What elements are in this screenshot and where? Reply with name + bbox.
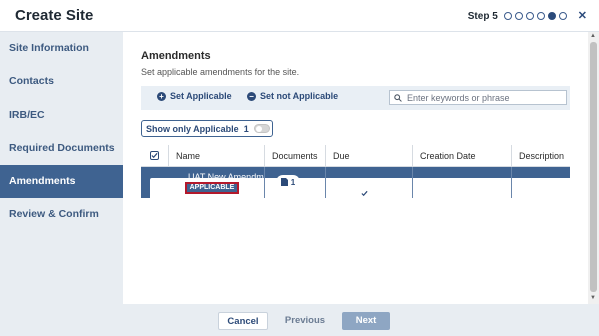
dialog-footer: Cancel Previous Next [0, 304, 599, 336]
toolbar: + Set Applicable − Set not Applicable En… [141, 86, 570, 110]
cancel-button[interactable]: Cancel [218, 312, 268, 330]
step-dot-4[interactable] [536, 12, 545, 20]
scroll-thumb[interactable] [590, 42, 597, 292]
edit-icon[interactable] [175, 178, 183, 186]
dialog-header: Create Site Step 5 ✕ [0, 0, 599, 32]
due-date: 9/3/2024 [337, 177, 373, 187]
set-applicable-label: Set Applicable [170, 91, 232, 101]
sidebar-item-irb-ec[interactable]: IRB/EC [0, 99, 123, 132]
vertical-scrollbar[interactable]: ▲ ▼ [588, 32, 599, 304]
set-applicable-button[interactable]: + Set Applicable [157, 91, 232, 101]
column-name[interactable]: Name [168, 145, 264, 167]
close-icon[interactable]: ✕ [578, 9, 587, 23]
applicable-toggle[interactable] [253, 124, 270, 133]
column-creation-date[interactable]: Creation Date [412, 145, 511, 167]
previous-button[interactable]: Previous [280, 312, 330, 330]
step-dot-5[interactable] [547, 12, 556, 20]
show-only-applicable-filter[interactable]: Show only Applicable 1 [141, 120, 273, 137]
column-documents[interactable]: Documents [264, 145, 325, 167]
step-dot-1[interactable] [503, 12, 512, 20]
sidebar-item-contacts[interactable]: Contacts [0, 65, 123, 98]
set-not-applicable-button[interactable]: − Set not Applicable [247, 91, 338, 101]
search-icon [394, 93, 402, 102]
cell-documents: 1 [264, 167, 325, 198]
column-description[interactable]: Description [511, 145, 570, 167]
step-dot-3[interactable] [525, 12, 534, 20]
next-button[interactable]: Next [342, 312, 390, 330]
set-not-applicable-label: Set not Applicable [260, 91, 339, 101]
search-placeholder: Enter keywords or phrase [407, 92, 510, 103]
column-due[interactable]: Due [325, 145, 412, 167]
section-subtitle: Set applicable amendments for the site. [141, 67, 300, 77]
scroll-up-icon[interactable]: ▲ [590, 33, 596, 39]
step-dot-2[interactable] [514, 12, 523, 20]
creation-date: 2024-09-03 01:12:27.8 [423, 177, 511, 187]
sidebar-item-amendments[interactable]: Amendments [0, 165, 123, 198]
step-dot-6[interactable] [558, 12, 567, 20]
table-row[interactable]: UAT New Amendment APPLICABLE 1 9/3/2024 … [141, 167, 579, 209]
step-indicator: Step 5 ✕ [468, 9, 587, 23]
cell-name: UAT New Amendment APPLICABLE [168, 167, 264, 198]
check-icon [151, 152, 158, 159]
minus-circle-icon: − [247, 91, 256, 101]
sidebar-item-required-documents[interactable]: Required Documents [0, 132, 123, 165]
filter-label: Show only Applicable [146, 123, 239, 134]
amendment-name[interactable]: UAT New Amendment [188, 172, 264, 182]
cell-due: 9/3/2024 [325, 167, 412, 198]
applicable-badge: APPLICABLE [185, 182, 239, 194]
filter-count: 1 [243, 123, 249, 134]
sidebar-item-site-information[interactable]: Site Information [0, 32, 123, 65]
plus-circle-icon: + [157, 91, 166, 101]
step-label: Step 5 [467, 10, 498, 22]
table-header: Name Documents Due Creation Date Descrip… [141, 145, 570, 167]
cell-description [511, 167, 570, 198]
cell-creation-date: 2024-09-03 01:12:27.8 [412, 167, 511, 198]
document-icon [280, 178, 288, 186]
search-input[interactable]: Enter keywords or phrase [389, 90, 567, 105]
toggle-knob [255, 126, 262, 132]
scroll-down-icon[interactable]: ▼ [590, 295, 596, 301]
dialog-title: Create Site [15, 7, 94, 24]
select-all-checkbox[interactable] [150, 151, 159, 160]
sidebar-item-review-confirm[interactable]: Review & Confirm [0, 198, 123, 231]
documents-count: 1 [290, 177, 296, 187]
documents-count-pill[interactable]: 1 [276, 175, 300, 189]
sidebar: Site Information Contacts IRB/EC Require… [0, 32, 123, 336]
section-title: Amendments [141, 50, 211, 62]
